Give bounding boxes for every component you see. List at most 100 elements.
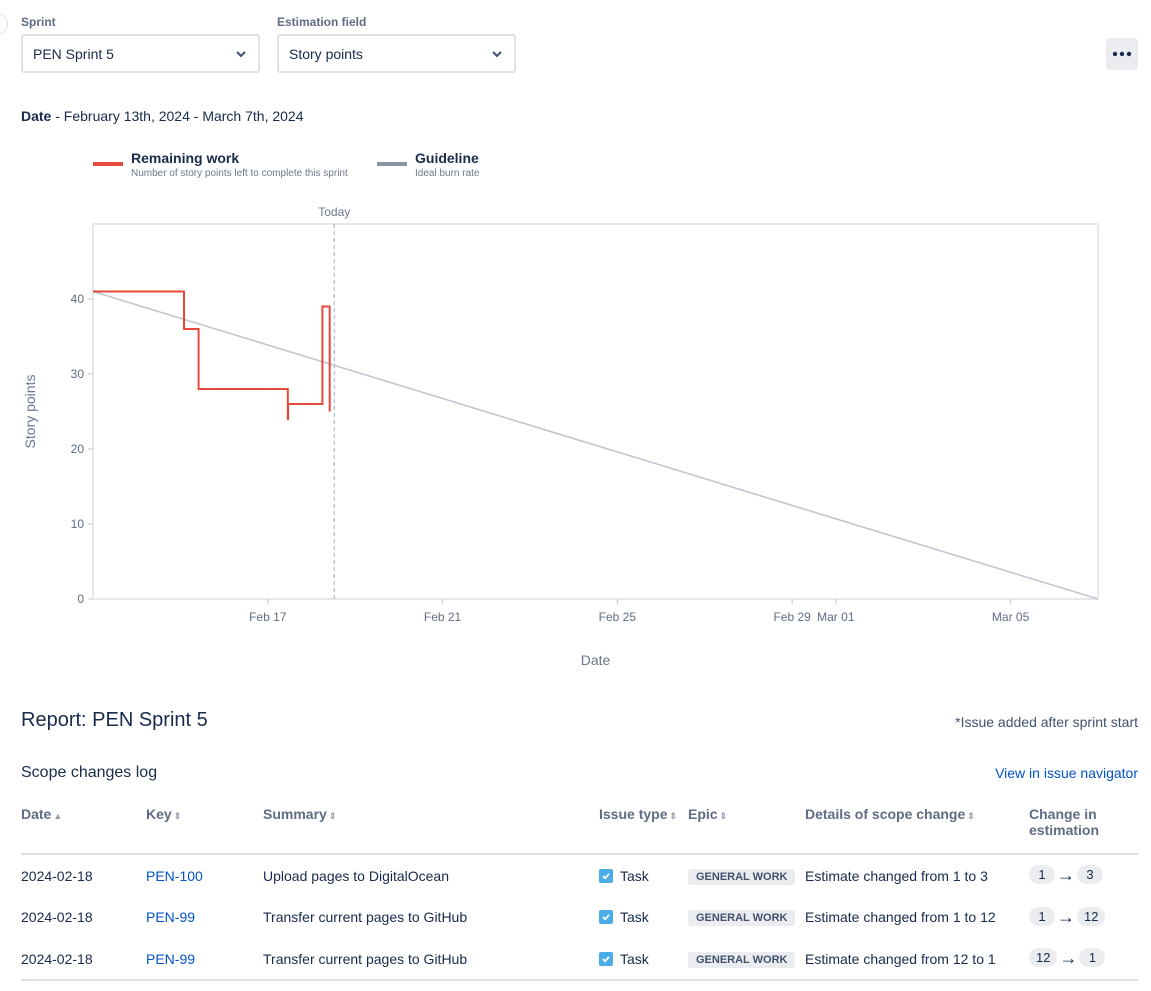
chevron-down-icon xyxy=(236,50,246,57)
cell-details: Estimate changed from 1 to 3 xyxy=(805,867,988,884)
sprint-field: Sprint PEN Sprint 5 xyxy=(21,15,260,73)
date-range: Date - February 13th, 2024 - March 7th, … xyxy=(21,108,304,124)
x-tick-label: Feb 17 xyxy=(249,610,287,624)
scope-changes-table: Date ▲ Key ⇕ Summary ⇕ Issue type ⇕ Epic ⇕ De… xyxy=(21,800,1138,981)
col-details-label: Details of scope change xyxy=(805,806,966,822)
estimation-select[interactable]: Story points xyxy=(277,34,516,73)
scope-log-title: Scope changes log xyxy=(21,764,158,781)
burndown-chart: 0 10 20 30 40 Feb 17 Feb 21 Feb 25 Feb 29 Mar 01 M… xyxy=(22,205,1099,668)
col-details-header[interactable]: Details of scope change ⇕ xyxy=(805,800,1029,855)
cell-details: Estimate changed from 12 to 1 xyxy=(805,938,1029,981)
issue-type-label: Task xyxy=(620,950,649,967)
y-tick-label: 10 xyxy=(71,517,85,531)
issue-key-link[interactable]: PEN-99 xyxy=(146,951,195,967)
issue-type-label: Task xyxy=(620,909,649,925)
col-summary-label: Summary xyxy=(263,806,327,822)
arrow-right-icon: → xyxy=(1059,948,1078,968)
epic-lozenge: GENERAL WORK xyxy=(688,868,796,885)
cell-issue-type: Task xyxy=(599,951,688,967)
sprint-value: PEN Sprint 5 xyxy=(33,45,114,62)
more-icon xyxy=(1112,51,1132,57)
report-title: Report: PEN Sprint 5 xyxy=(21,709,208,731)
y-tick-label: 20 xyxy=(71,442,85,456)
col-epic-header[interactable]: Epic ⇕ xyxy=(688,800,805,855)
cell-summary: Upload pages to DigitalOcean xyxy=(263,867,450,884)
legend-guideline-title: Guideline xyxy=(415,150,479,166)
task-icon xyxy=(599,951,613,966)
cell-change: 1 → 3 xyxy=(1029,854,1138,896)
issue-type-label: Task xyxy=(620,867,649,884)
col-date-label: Date xyxy=(21,806,52,822)
sort-icon: ⇕ xyxy=(967,811,975,821)
estimate-to: 3 xyxy=(1077,865,1103,885)
y-tick-label: 0 xyxy=(77,592,84,606)
legend-remaining-work: Remaining work Number of story points le… xyxy=(93,150,348,179)
collapse-toggle[interactable] xyxy=(0,13,8,35)
legend-swatch-guideline xyxy=(377,162,407,166)
cell-date: 2024-02-18 xyxy=(21,909,93,925)
estimate-from: 1 xyxy=(1029,906,1055,926)
view-in-issue-navigator-link[interactable]: View in issue navigator xyxy=(995,765,1138,781)
cell-change: 1 → 12 xyxy=(1029,896,1138,938)
x-tick-label: Mar 01 xyxy=(817,610,855,624)
x-tick-label: Mar 05 xyxy=(992,610,1030,624)
issue-key-link[interactable]: PEN-99 xyxy=(146,909,195,925)
col-type-header[interactable]: Issue type ⇕ xyxy=(599,800,688,855)
sort-icon: ⇕ xyxy=(719,811,728,821)
col-type-label: Issue type xyxy=(599,806,668,822)
cell-summary: Transfer current pages to GitHub xyxy=(263,938,599,981)
sort-icon: ▲ xyxy=(53,811,63,821)
arrow-right-icon: → xyxy=(1057,865,1075,885)
col-epic-label: Epic xyxy=(688,806,718,822)
date-range-label: Date xyxy=(21,108,52,124)
col-key-header[interactable]: Key ⇕ xyxy=(146,800,263,855)
sprint-select[interactable]: PEN Sprint 5 xyxy=(21,34,260,73)
table-row: 2024-02-18 PEN-99 Transfer current pages t… xyxy=(21,896,1138,938)
legend-guideline: Guideline Ideal burn rate xyxy=(377,150,480,179)
sort-icon: ⇕ xyxy=(173,811,182,821)
estimate-to: 1 xyxy=(1079,948,1106,968)
date-range-value: - February 13th, 2024 - March 7th, 2024 xyxy=(51,108,304,124)
col-key-label: Key xyxy=(146,806,172,822)
col-summary-header[interactable]: Summary ⇕ xyxy=(263,800,599,855)
estimation-label: Estimation field xyxy=(277,15,367,29)
col-change-label: Change in estimation xyxy=(1029,806,1100,838)
task-icon xyxy=(599,868,613,883)
today-label: Today xyxy=(318,205,350,219)
y-tick-label: 40 xyxy=(71,292,85,306)
x-tick-label: Feb 25 xyxy=(599,610,637,624)
estimate-from: 12 xyxy=(1029,948,1058,968)
sprint-label: Sprint xyxy=(21,15,56,29)
sort-icon: ⇕ xyxy=(328,811,337,821)
cell-change: 12 → 1 xyxy=(1029,938,1138,981)
arrow-right-icon: → xyxy=(1057,906,1075,927)
cell-issue-type: Task xyxy=(599,909,688,925)
legend-remaining-desc: Number of story points left to complete … xyxy=(131,168,348,179)
estimation-value: Story points xyxy=(289,45,363,62)
footnote: *Issue added after sprint start xyxy=(955,714,1138,730)
task-icon xyxy=(599,910,613,924)
y-tick-label: 30 xyxy=(71,367,85,381)
table-row: 2024-02-18 PEN-100 Upload pages to Digital… xyxy=(21,854,1138,896)
estimate-to: 12 xyxy=(1077,906,1106,926)
epic-lozenge: GENERAL WORK xyxy=(688,910,796,926)
issue-key-link[interactable]: PEN-100 xyxy=(146,868,203,884)
sort-icon: ⇕ xyxy=(669,811,678,821)
more-actions-button[interactable] xyxy=(1106,38,1138,70)
cell-date: 2024-02-18 xyxy=(21,938,146,981)
cell-issue-type: Task xyxy=(599,868,688,884)
legend-swatch-remaining xyxy=(93,162,123,166)
cell-details: Estimate changed from 1 to 12 xyxy=(805,909,996,925)
series-line-remaining-work xyxy=(93,290,331,420)
estimation-field: Estimation field Story points xyxy=(277,15,516,73)
cell-summary: Transfer current pages to GitHub xyxy=(263,909,468,925)
series-line-guideline xyxy=(92,290,1099,600)
table-row: 2024-02-18 PEN-99 Transfer current pages t… xyxy=(21,938,1138,981)
estimate-from: 1 xyxy=(1029,865,1055,885)
x-tick-label: Feb 21 xyxy=(424,610,462,624)
cell-date: 2024-02-18 xyxy=(21,867,93,884)
table-header-row: Date ▲ Key ⇕ Summary ⇕ Issue type ⇕ Epic ⇕ De… xyxy=(21,800,1138,855)
col-change-header: Change in estimation xyxy=(1029,800,1138,855)
col-date-header[interactable]: Date ▲ xyxy=(21,800,146,855)
y-axis-label: Story points xyxy=(22,375,38,449)
